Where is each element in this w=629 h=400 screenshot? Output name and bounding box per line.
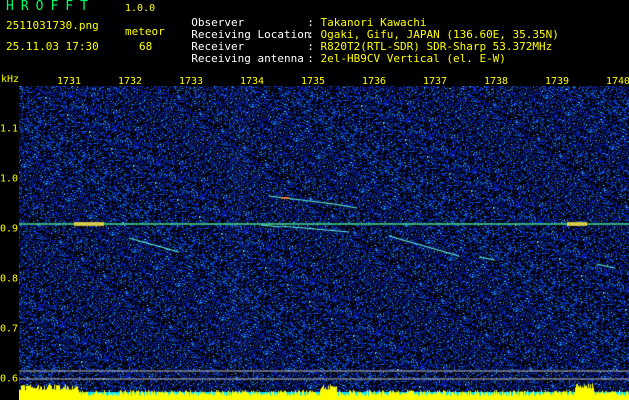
y-tick-label: 1.0 <box>0 173 19 185</box>
meteor-label: meteor <box>125 25 165 38</box>
y-tick-label: 0.8 <box>0 273 19 285</box>
app-title: HROFFT <box>6 0 95 14</box>
spectrogram-canvas <box>19 86 629 400</box>
file-name: 2511031730.png <box>6 19 99 32</box>
y-tick-label: 1.1 <box>0 123 19 135</box>
app-version: 1.0.0 <box>125 3 156 14</box>
info-label: Receiving antenna <box>191 52 304 65</box>
timestamp: 25.11.03 17:30 <box>6 40 99 53</box>
y-tick-label: 0.7 <box>0 323 19 335</box>
y-tick-label: 0.6 <box>0 373 19 385</box>
y-tick-label: 0.9 <box>0 223 19 235</box>
info-value: 2el-HB9CV Vertical (el. E-W) <box>320 52 506 65</box>
info-row-antenna: Receiving antenna: 2el-HB9CV Vertical (e… <box>191 52 506 65</box>
meteor-count: 68 <box>139 40 153 53</box>
spectrogram <box>19 86 629 400</box>
